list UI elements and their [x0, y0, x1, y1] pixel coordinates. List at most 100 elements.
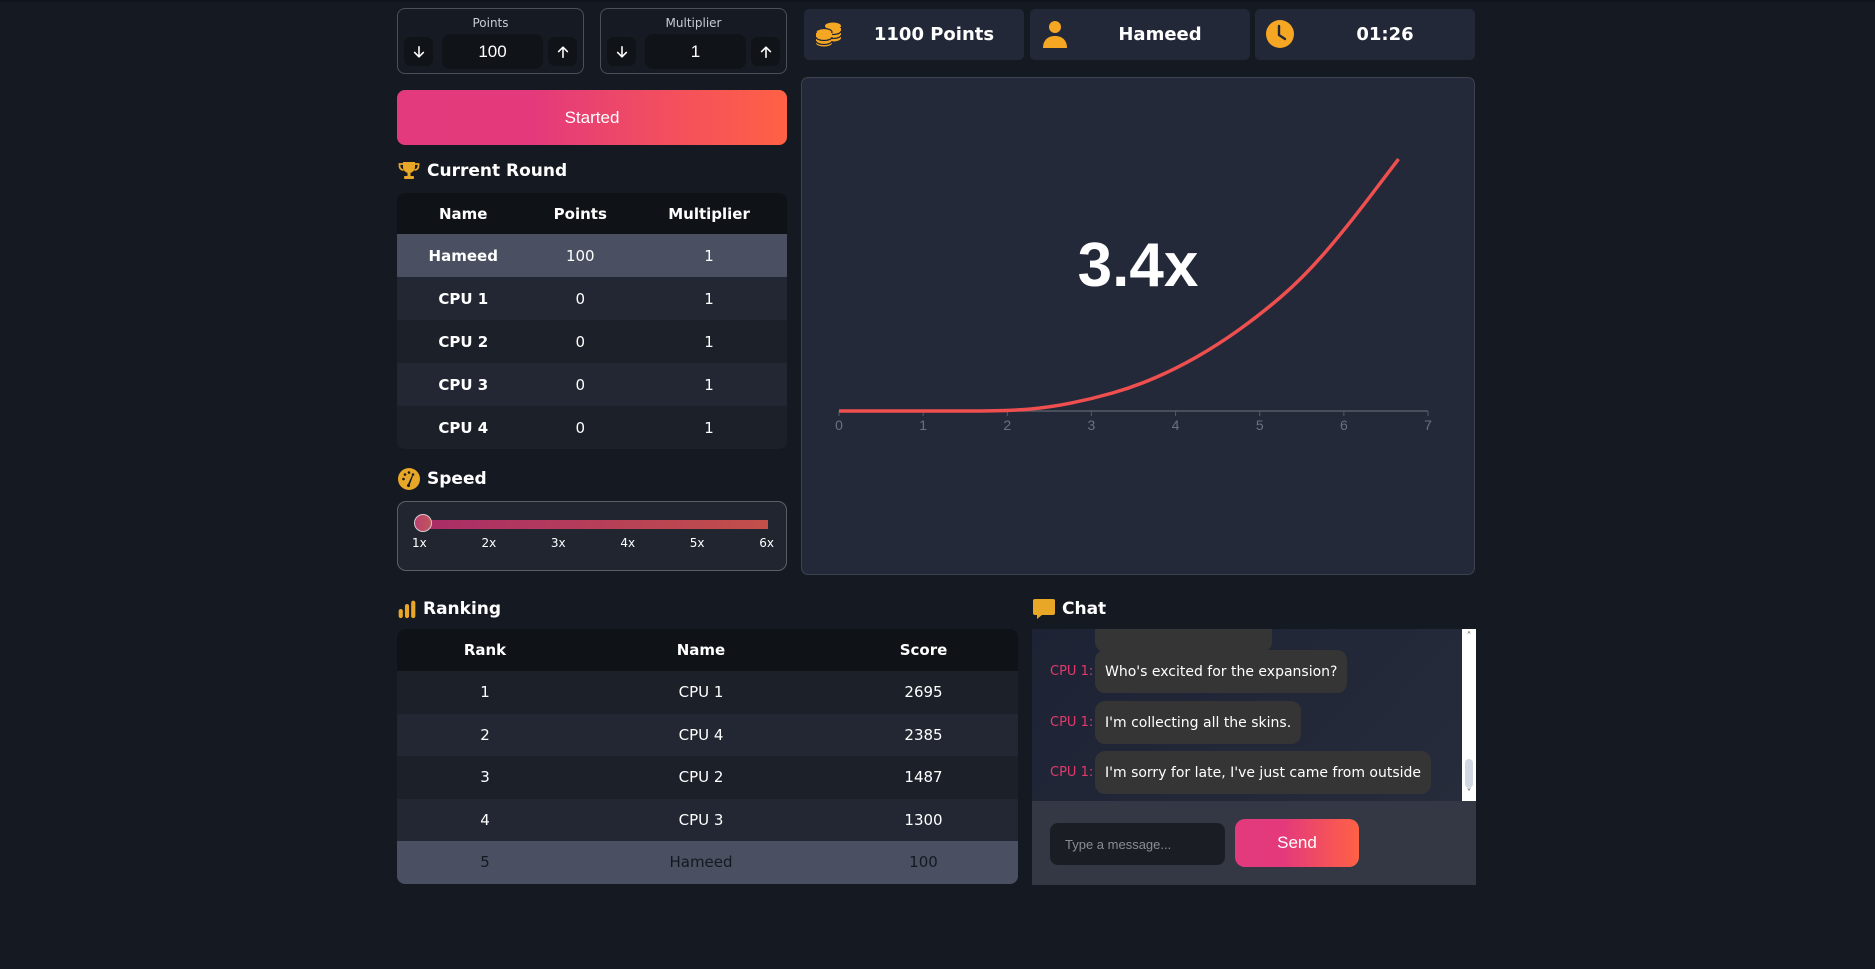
speed-label: 5x	[689, 536, 705, 550]
timer-card: 01:26	[1255, 9, 1475, 60]
table-row: CPU 2 0 1	[397, 320, 787, 363]
chat-heading: Chat	[1032, 597, 1106, 621]
player-multiplier: 1	[631, 234, 787, 277]
multiplier-control: Multiplier 1	[600, 8, 787, 74]
table-row: CPU 3 0 1	[397, 363, 787, 406]
chat-message: CPU 1: I'm collecting all the skins.	[1050, 701, 1302, 744]
trophy-icon	[398, 162, 420, 179]
points-balance-card: 1100 Points	[804, 9, 1024, 60]
player-points: 0	[529, 406, 632, 449]
player-name: CPU 2	[573, 756, 829, 799]
player-points: 0	[529, 320, 632, 363]
speed-label: 2x	[481, 536, 497, 550]
rank: 1	[397, 671, 573, 714]
points-label: Points	[472, 16, 509, 30]
chat-title: Chat	[1062, 599, 1107, 619]
multiplier-graph: 0 1 2 3 4 5 6 7 3.4x	[801, 77, 1475, 575]
speed-title: Speed	[427, 469, 487, 489]
points-increase-button[interactable]	[548, 37, 577, 66]
current-round-heading: Current Round	[397, 159, 567, 183]
score: 1487	[829, 756, 1018, 799]
chat-bubble-icon	[1033, 599, 1055, 619]
player-name: Hameed	[573, 841, 829, 884]
table-row: 2 CPU 4 2385	[397, 713, 1018, 756]
column-header-multiplier: Multiplier	[631, 193, 787, 234]
speed-labels: 1x 2x 3x 4x 5x 6x	[412, 536, 774, 550]
table-row: 4 CPU 3 1300	[397, 798, 1018, 841]
player-name: CPU 4	[573, 713, 829, 756]
score: 2695	[829, 671, 1018, 714]
multiplier-label: Multiplier	[665, 16, 722, 30]
chat-message-partial	[1050, 629, 1272, 652]
scrollbar-thumb[interactable]	[1465, 759, 1473, 788]
rank: 4	[397, 798, 573, 841]
speed-label: 4x	[620, 536, 636, 550]
points-decrease-button[interactable]	[404, 37, 433, 66]
chat-sender: CPU 1:	[1050, 715, 1094, 730]
speed-slider-container: 1x 2x 3x 4x 5x 6x	[397, 501, 787, 571]
x-tick-label: 5	[1256, 417, 1264, 433]
player-name: CPU 3	[573, 798, 829, 841]
multiplier-value[interactable]: 1	[645, 34, 746, 69]
rank: 5	[397, 841, 573, 884]
column-header-score: Score	[829, 629, 1018, 671]
rank: 2	[397, 713, 573, 756]
x-tick-label: 3	[1088, 417, 1096, 433]
arrow-up-icon	[557, 45, 568, 58]
x-tick-label: 0	[835, 417, 843, 433]
x-tick-label: 7	[1424, 417, 1432, 433]
player-multiplier: 1	[631, 320, 787, 363]
multiplier-increase-button[interactable]	[751, 37, 780, 66]
chat-scrollbar[interactable]: ˄ ˅	[1462, 629, 1476, 801]
table-row: CPU 4 0 1	[397, 406, 787, 449]
column-header-name: Name	[573, 629, 829, 671]
x-tick-label: 6	[1340, 417, 1348, 433]
player-name: CPU 3	[397, 363, 530, 406]
points-balance: 1100 Points	[873, 24, 995, 45]
player-multiplier: 1	[631, 277, 787, 320]
coins-icon	[815, 22, 842, 47]
x-tick-label: 1	[919, 417, 927, 433]
chat-message-input[interactable]	[1050, 823, 1225, 865]
player-name: CPU 4	[397, 406, 530, 449]
score: 1300	[829, 798, 1018, 841]
table-row: 1 CPU 1 2695	[397, 671, 1018, 714]
player-points: 100	[529, 234, 632, 277]
speed-slider-track[interactable]	[416, 520, 768, 529]
column-header-points: Points	[529, 193, 632, 234]
chat-text: Who's excited for the expansion?	[1095, 650, 1348, 693]
arrow-down-icon	[413, 45, 424, 58]
player-multiplier: 1	[631, 406, 787, 449]
score: 100	[829, 841, 1018, 884]
column-header-name: Name	[397, 193, 530, 234]
top-border	[0, 0, 1875, 2]
table-row: CPU 1 0 1	[397, 277, 787, 320]
bar-chart-icon	[398, 600, 416, 619]
points-value[interactable]: 100	[442, 34, 543, 69]
send-button[interactable]: Send	[1235, 819, 1359, 867]
current-round-table: Name Points Multiplier Hameed 100 1 CPU …	[397, 193, 787, 449]
multiplier-decrease-button[interactable]	[607, 37, 636, 66]
current-multiplier: 3.4x	[1077, 231, 1199, 300]
column-header-rank: Rank	[397, 629, 573, 671]
chat-messages[interactable]: CPU 1: Who's excited for the expansion? …	[1032, 629, 1476, 801]
current-round-title: Current Round	[427, 161, 568, 181]
ranking-heading: Ranking	[397, 597, 501, 621]
player-points: 0	[529, 363, 632, 406]
speed-label: 6x	[759, 536, 774, 550]
speed-slider-thumb[interactable]	[414, 514, 432, 532]
timer-display: 01:26	[1356, 24, 1414, 45]
multiplier-chart: 0 1 2 3 4 5 6 7	[835, 157, 1432, 433]
x-tick-label: 2	[1003, 417, 1011, 433]
player-name: CPU 1	[397, 277, 530, 320]
clock-icon	[1266, 20, 1294, 48]
arrow-up-icon	[760, 45, 771, 58]
speed-heading: Speed	[397, 467, 487, 491]
scroll-up-icon[interactable]: ˄	[1464, 632, 1474, 642]
speed-label: 1x	[412, 536, 427, 550]
scroll-down-icon[interactable]: ˅	[1464, 789, 1474, 799]
chat-text: I'm collecting all the skins.	[1095, 701, 1302, 744]
start-button[interactable]: Started	[397, 90, 787, 145]
player-name: Hameed	[397, 234, 530, 277]
x-tick-label: 4	[1172, 417, 1180, 433]
